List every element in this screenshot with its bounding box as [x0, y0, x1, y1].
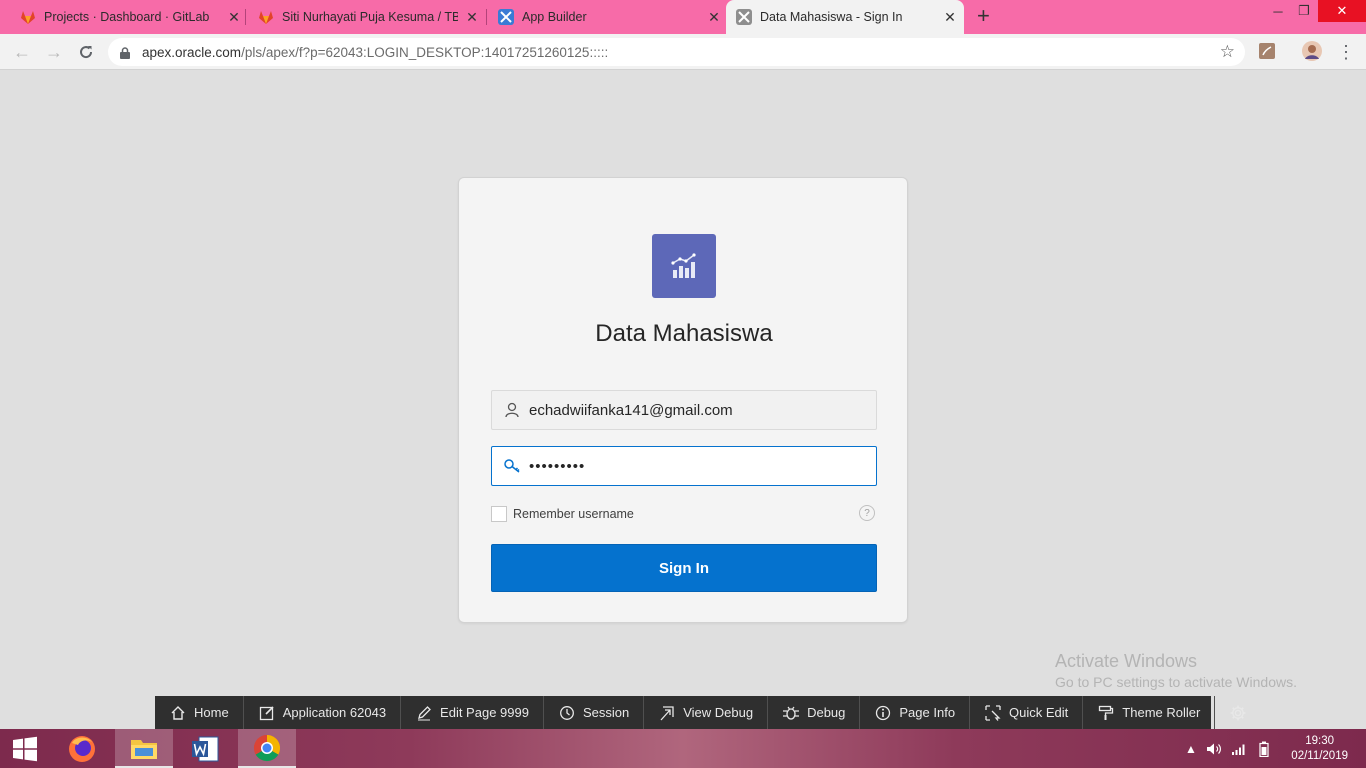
gitlab-icon [20, 9, 36, 25]
quick-edit-icon [984, 704, 1002, 722]
remember-username-checkbox[interactable] [491, 506, 507, 522]
restore-icon[interactable]: ❐ [1292, 0, 1316, 22]
word-icon [192, 736, 219, 761]
devbar-label: Edit Page 9999 [440, 705, 529, 720]
tab-gitlab-projects[interactable]: Projects · Dashboard · GitLab ✕ [14, 0, 242, 34]
taskbar-word[interactable] [176, 729, 234, 768]
reload-icon[interactable] [74, 40, 98, 64]
password-value: ••••••••• [529, 457, 586, 475]
apex-icon [736, 9, 752, 25]
forward-icon[interactable]: → [42, 40, 66, 64]
username-field[interactable]: echadwiifanka141@gmail.com [491, 390, 877, 430]
minimize-icon[interactable]: ─ [1266, 0, 1290, 22]
devbar-application[interactable]: Application 62043 [244, 696, 402, 729]
devbar-session[interactable]: Session [544, 696, 645, 729]
bookmark-star-icon[interactable]: ☆ [1220, 42, 1235, 62]
tab-title: Projects · Dashboard · GitLab [44, 10, 210, 24]
close-window-icon[interactable]: ✕ [1318, 0, 1366, 22]
url-text: apex.oracle.com/pls/apex/f?p=62043:LOGIN… [142, 44, 609, 60]
info-icon [874, 704, 892, 722]
apex-developer-toolbar: Home Application 62043 Edit Page 9999 Se… [155, 696, 1246, 729]
tab-divider [245, 9, 246, 25]
app-title: Data Mahasiswa [595, 320, 773, 347]
windows-taskbar: ▲ 19:30 02/11/2019 [0, 729, 1366, 768]
tab-title: App Builder [522, 10, 587, 24]
volume-icon[interactable] [1206, 729, 1222, 768]
gitlab-icon [258, 9, 274, 25]
devbar-settings[interactable] [1215, 696, 1261, 729]
tab-data-mahasiswa[interactable]: Data Mahasiswa - Sign In ✕ [726, 0, 964, 34]
tab-app-builder[interactable]: App Builder ✕ [492, 0, 722, 34]
tab-title: Siti Nurhayati Puja Kesuma / TB D [282, 10, 458, 24]
folder-icon [131, 739, 157, 759]
menu-kebab-icon[interactable]: ⋮ [1334, 40, 1358, 64]
close-tab-icon[interactable]: ✕ [226, 9, 242, 26]
password-field[interactable]: ••••••••• [491, 446, 877, 486]
app-chart-icon [652, 234, 716, 298]
battery-icon[interactable] [1259, 729, 1269, 768]
devbar-page-info[interactable]: Page Info [860, 696, 971, 729]
address-bar[interactable]: apex.oracle.com/pls/apex/f?p=62043:LOGIN… [108, 38, 1245, 66]
devbar-view-debug[interactable]: View Debug [644, 696, 769, 729]
lock-icon [120, 46, 130, 59]
user-icon [503, 401, 521, 419]
login-card: Data Mahasiswa echadwiifanka141@gmail.co… [458, 177, 908, 623]
taskbar-file-explorer[interactable] [115, 729, 173, 768]
pdf-extension-icon[interactable] [1258, 42, 1276, 60]
bug-icon [782, 704, 800, 722]
devbar-label: Page Info [899, 705, 956, 720]
start-button[interactable] [0, 729, 50, 768]
help-icon[interactable]: ? [859, 505, 875, 521]
devbar-label: Application 62043 [282, 705, 387, 720]
devbar-quick-edit[interactable]: Quick Edit [970, 696, 1084, 729]
apex-icon [498, 9, 514, 25]
devbar-label: Debug [807, 705, 846, 720]
chrome-icon [253, 734, 281, 761]
devbar-debug[interactable]: Debug [768, 696, 861, 729]
windows-logo-icon [13, 736, 37, 761]
devbar-label: Theme Roller [1122, 705, 1201, 720]
pencil-icon [415, 704, 433, 722]
clock-time: 19:30 [1305, 735, 1335, 747]
username-value: echadwiifanka141@gmail.com [529, 401, 733, 419]
clock-date: 02/11/2019 [1291, 750, 1348, 762]
gear-icon [1229, 704, 1247, 722]
key-icon [503, 457, 521, 475]
back-icon[interactable]: ← [10, 40, 34, 64]
devbar-label: Home [194, 705, 229, 720]
remember-username-row[interactable]: Remember username [491, 506, 634, 522]
activate-windows-watermark: Activate Windows Go to PC settings to ac… [1055, 651, 1297, 690]
firefox-icon [69, 735, 95, 762]
paint-roller-icon [1097, 704, 1115, 722]
devbar-home[interactable]: Home [155, 696, 244, 729]
devbar-edit-page[interactable]: Edit Page 9999 [401, 696, 544, 729]
home-icon [169, 704, 187, 722]
edit-app-icon [258, 704, 276, 722]
close-tab-icon[interactable]: ✕ [464, 9, 480, 26]
browser-toolbar: ← → apex.oracle.com/pls/apex/f?p=62043:L… [0, 34, 1366, 70]
system-clock[interactable]: 19:30 02/11/2019 [1291, 734, 1348, 764]
sign-in-button[interactable]: Sign In [491, 544, 877, 592]
tab-gitlab-siti[interactable]: Siti Nurhayati Puja Kesuma / TB D ✕ [252, 0, 480, 34]
new-tab-icon[interactable]: + [977, 5, 990, 27]
watermark-title: Activate Windows [1055, 651, 1198, 671]
taskbar-chrome[interactable] [238, 729, 296, 768]
devbar-theme-roller[interactable]: Theme Roller [1083, 696, 1216, 729]
devbar-label: View Debug [683, 705, 754, 720]
tab-divider [486, 9, 487, 25]
tab-title: Data Mahasiswa - Sign In [760, 10, 903, 24]
show-hidden-icons[interactable]: ▲ [1185, 729, 1197, 768]
watermark-subtitle: Go to PC settings to activate Windows. [1055, 674, 1297, 690]
taskbar-firefox[interactable] [53, 729, 111, 768]
close-tab-icon[interactable]: ✕ [706, 9, 722, 26]
clock-icon [558, 704, 576, 722]
devbar-label: Quick Edit [1009, 705, 1069, 720]
network-signal-icon[interactable] [1231, 729, 1247, 768]
close-tab-icon[interactable]: ✕ [942, 9, 958, 26]
browser-tab-strip: Projects · Dashboard · GitLab ✕ Siti Nur… [0, 0, 1366, 34]
devbar-label: Session [582, 705, 630, 720]
view-debug-icon [658, 704, 676, 722]
profile-avatar[interactable] [1302, 41, 1322, 61]
remember-username-label: Remember username [513, 507, 634, 521]
